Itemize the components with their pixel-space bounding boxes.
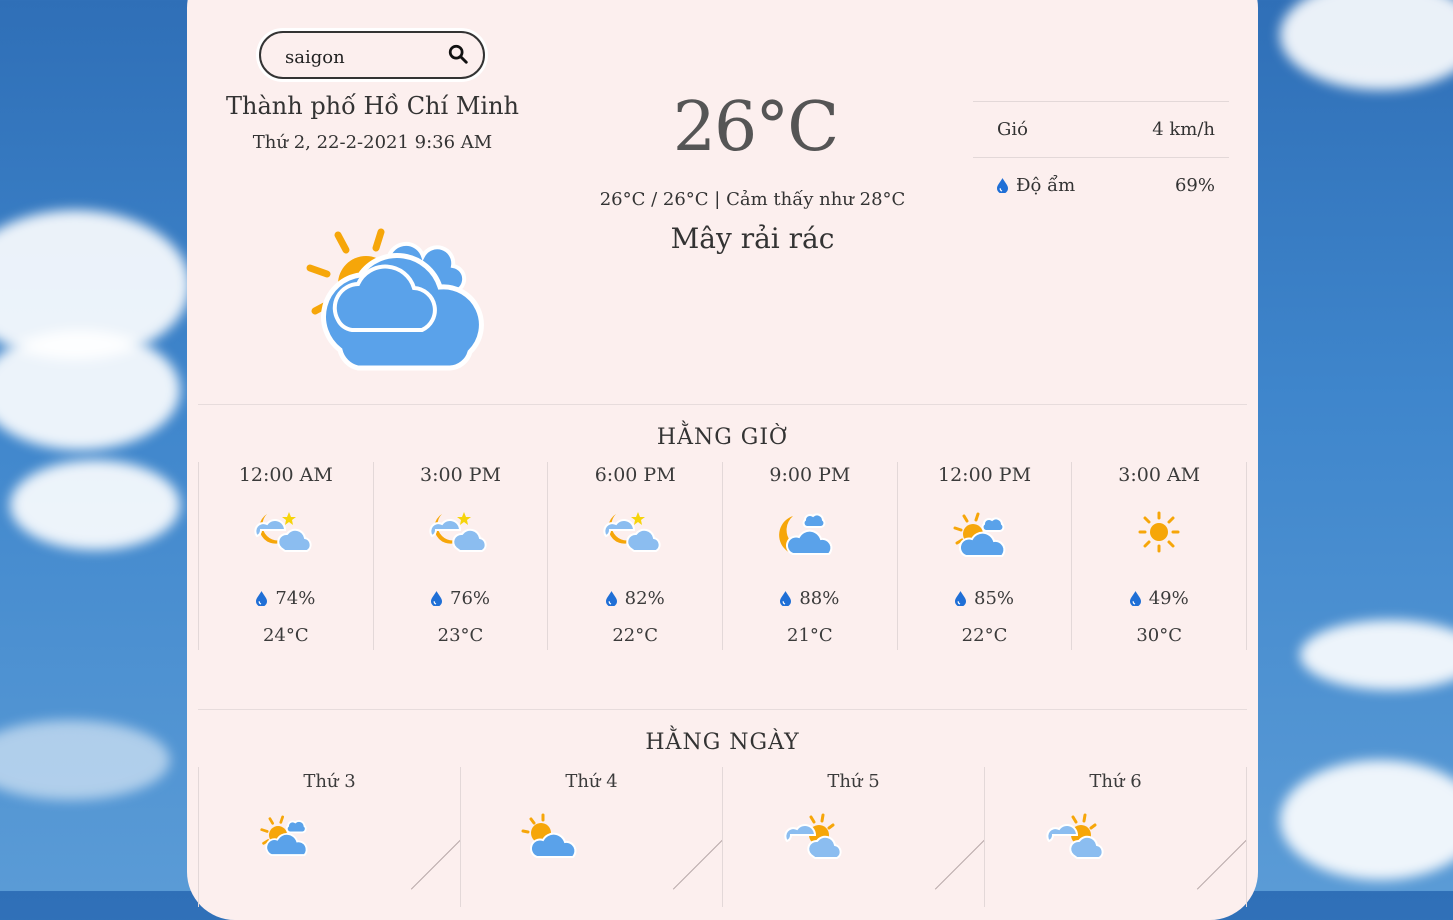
current-datetime: Thứ 2, 22-2-2021 9:36 AM (252, 132, 493, 153)
water-drop-icon (431, 591, 442, 606)
stat-value: 4 km/h (1152, 119, 1215, 140)
day-name: Thứ 3 (303, 771, 356, 792)
hourly-item: 12:00 AM 74% 24°C (198, 462, 373, 650)
sun-behind-clouds-icon (306, 228, 484, 371)
section-divider (198, 404, 1247, 405)
hour-temp: 30°C (1136, 625, 1183, 646)
sun-cloud-icon (953, 512, 1005, 557)
sky-cloud (1280, 760, 1453, 880)
hour-temp: 21°C (787, 625, 833, 646)
sun-icon (1138, 511, 1180, 553)
stat-label: Gió (997, 119, 1028, 140)
sky-cloud (0, 330, 180, 450)
current-temperature: 26°C (672, 88, 840, 167)
humidity-value: 49% (1148, 588, 1189, 609)
hour-time: 12:00 PM (938, 464, 1032, 486)
hourly-title: HẰNG GIỜ (656, 425, 789, 450)
sun-clouds-icon (1046, 813, 1104, 859)
humidity-value: 85% (974, 588, 1015, 609)
humidity-value: 74% (275, 588, 316, 609)
water-drop-icon (997, 177, 1008, 193)
stat-humidity: Độ ẩm 69% (973, 157, 1229, 213)
sky-cloud (1280, 0, 1453, 90)
sun-clouds-icon (784, 813, 842, 859)
hourly-item: 12:00 PM 85% 22°C (896, 462, 1072, 650)
daily-item: Thứ 6 (984, 767, 1247, 907)
water-drop-icon (605, 591, 617, 606)
daily-item: Thứ 4 (460, 767, 722, 907)
humidity-value: 88% (799, 588, 840, 609)
divider-line (1196, 811, 1246, 890)
stats-panel: Gió 4 km/h Độ ẩm 69% (973, 101, 1229, 213)
section-divider (198, 709, 1247, 710)
night-cloudy-icon (254, 512, 312, 552)
daily-item: Thứ 5 (722, 767, 984, 907)
humidity-value: 82% (624, 588, 665, 609)
hourly-item: 3:00 PM 76% 23°C (372, 462, 548, 650)
sun-cloud-icon (260, 815, 308, 856)
hourly-item: 3:00 AM 49% 30°C (1071, 462, 1248, 650)
stat-label: Độ ẩm (1016, 174, 1076, 196)
divider-line (410, 811, 460, 890)
sun-cloud-icon (521, 813, 577, 858)
sky-cloud (10, 460, 180, 550)
hour-time: 3:00 AM (1118, 464, 1201, 486)
hour-humidity: 76% (374, 588, 548, 609)
divider-line (672, 811, 722, 890)
daily-item: Thứ 3 (198, 767, 460, 907)
hour-time: 9:00 PM (769, 464, 851, 486)
hourly-item: 9:00 PM 88% 21°C (722, 462, 897, 650)
search-box[interactable] (259, 31, 485, 79)
humidity-value: 76% (450, 588, 491, 609)
daily-title: HẰNG NGÀY (645, 730, 800, 755)
search-input[interactable] (283, 43, 447, 71)
daily-forecast: Thứ 3 Thứ 4 Thứ 5 Thứ 6 (198, 767, 1247, 907)
day-name: Thứ 6 (1089, 771, 1142, 792)
hour-temp: 22°C (961, 625, 1008, 646)
hour-temp: 22°C (612, 625, 659, 646)
sky-cloud (0, 720, 170, 800)
stat-value: 69% (1174, 174, 1215, 196)
weather-description: Mây rải rác (670, 222, 835, 255)
hour-humidity: 49% (1072, 588, 1246, 609)
hour-time: 12:00 AM (238, 464, 333, 486)
day-name: Thứ 5 (827, 771, 880, 792)
hourly-forecast: 12:00 AM 74% 24°C 3:00 PM 76% 23°C 6:00 … (198, 462, 1248, 650)
hour-humidity: 74% (199, 588, 373, 609)
hourly-item: 6:00 PM 82% 22°C (547, 462, 722, 650)
search-icon[interactable] (447, 43, 469, 65)
water-drop-icon (1129, 591, 1141, 606)
day-name: Thứ 4 (565, 771, 618, 792)
hour-humidity: 88% (723, 588, 897, 609)
hour-temp: 23°C (437, 625, 484, 646)
stat-wind: Gió 4 km/h (973, 101, 1229, 157)
water-drop-icon (780, 591, 792, 606)
hour-time: 3:00 PM (420, 464, 501, 486)
hour-humidity: 82% (548, 588, 722, 609)
city-name: Thành phố Hồ Chí Minh (226, 92, 519, 120)
hour-humidity: 85% (898, 588, 1072, 609)
water-drop-icon (955, 591, 967, 606)
night-cloudy-icon (428, 512, 487, 552)
hour-time: 6:00 PM (594, 464, 676, 486)
sky-cloud (1300, 620, 1453, 690)
divider-line (934, 811, 984, 890)
temperature-range: 26°C / 26°C | Cảm thấy như 28°C (599, 189, 906, 210)
moon-cloud-icon (778, 513, 833, 556)
water-drop-icon (256, 591, 268, 606)
hour-temp: 24°C (262, 625, 309, 646)
night-cloudy-icon (603, 512, 661, 552)
